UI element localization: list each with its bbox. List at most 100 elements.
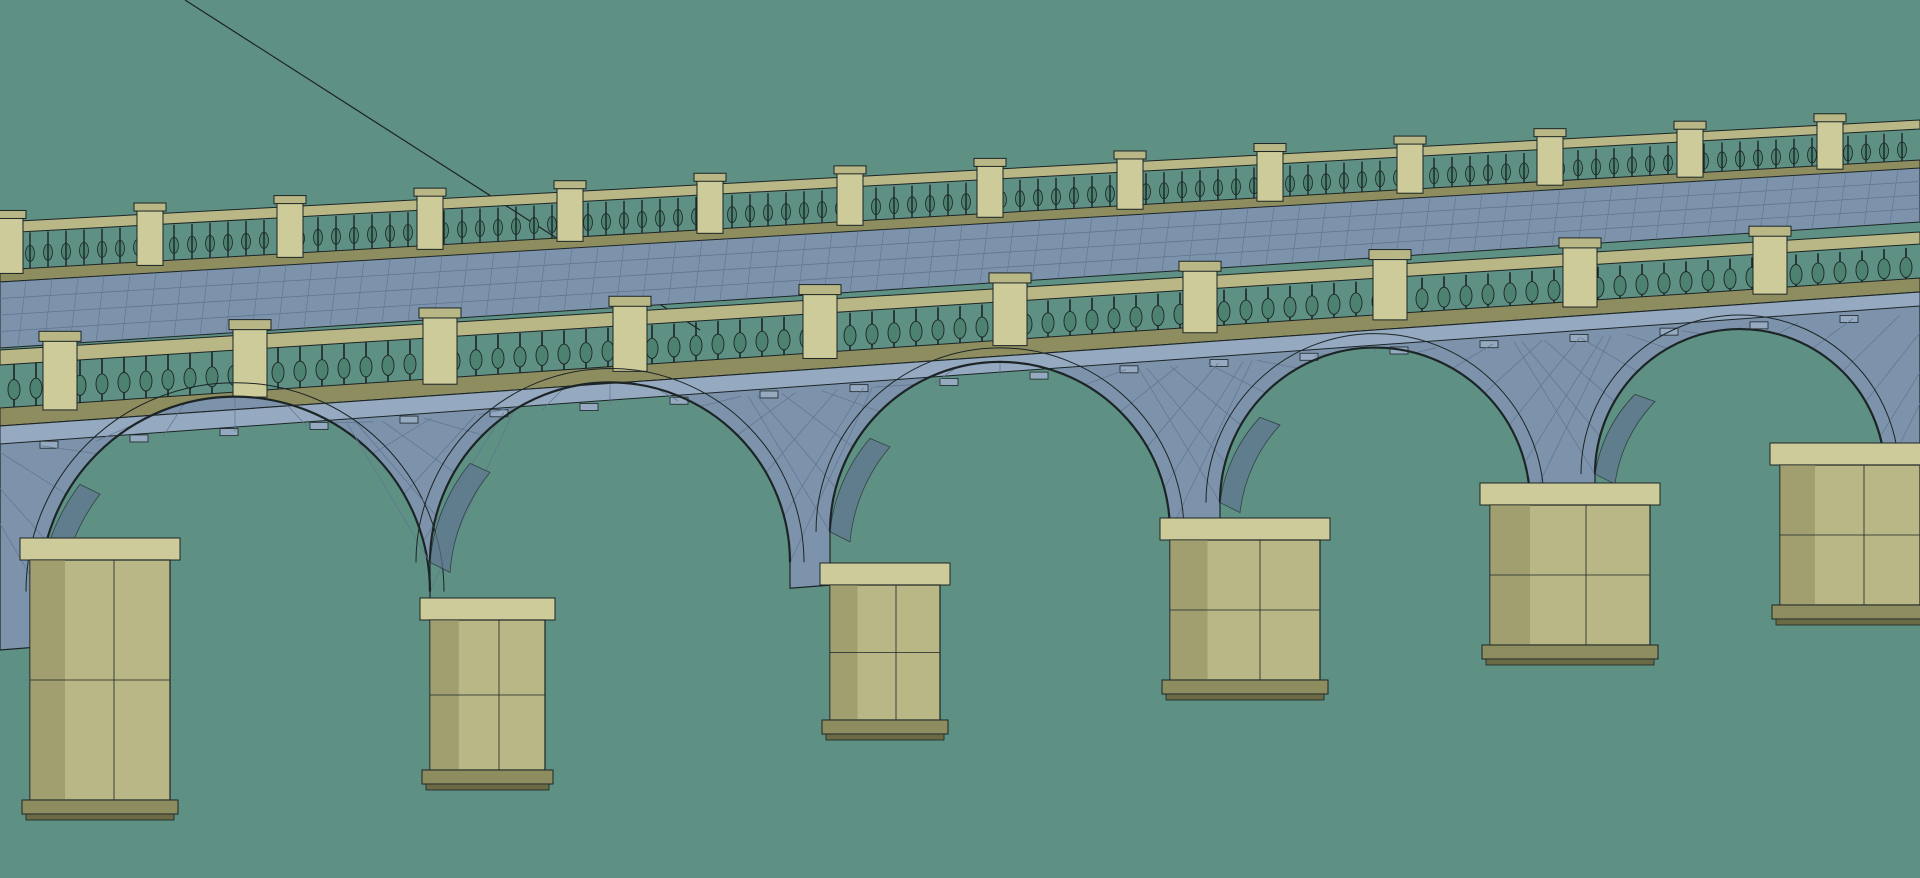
- far-post-cap: [833, 165, 867, 175]
- near-baluster: [183, 367, 197, 389]
- near-baluster: [117, 372, 131, 393]
- pier-footing: [25, 813, 175, 821]
- near-baluster: [645, 337, 659, 359]
- far-post-cap: [693, 172, 727, 182]
- near-baluster: [843, 325, 857, 347]
- corbel: [939, 377, 959, 386]
- far-railing-post: [836, 170, 864, 226]
- near-baluster: [1547, 279, 1561, 301]
- near-post-cap: [38, 330, 82, 342]
- far-railing-post: [416, 192, 444, 250]
- far-railing-post: [696, 177, 724, 234]
- near-baluster: [513, 346, 527, 368]
- pier-footing: [1775, 618, 1920, 626]
- corbel: [1749, 321, 1769, 330]
- far-railing-post: [1536, 133, 1564, 186]
- near-baluster: [1613, 275, 1627, 297]
- far-post-cap: [413, 187, 447, 197]
- near-railing-post: [612, 302, 648, 372]
- near-post-cap: [228, 319, 272, 331]
- near-baluster: [1041, 312, 1055, 334]
- near-baluster: [271, 362, 285, 383]
- corbel: [1209, 359, 1229, 367]
- near-post-cap: [1368, 249, 1412, 261]
- near-railing-post: [802, 291, 838, 359]
- corbel: [1029, 371, 1049, 380]
- pier-footing: [1485, 658, 1655, 666]
- far-post-cap: [1813, 113, 1847, 123]
- near-baluster: [579, 342, 593, 364]
- corbel: [1119, 365, 1139, 374]
- pier-plinth: [1771, 604, 1920, 620]
- near-railing-post: [992, 279, 1028, 347]
- near-baluster: [1305, 295, 1319, 317]
- near-baluster: [777, 329, 791, 351]
- corbel: [849, 384, 869, 393]
- near-railing-post: [1372, 256, 1408, 321]
- far-post-cap: [133, 202, 167, 212]
- near-baluster: [1899, 256, 1913, 278]
- far-railing-post: [1816, 118, 1844, 170]
- background: [0, 0, 1920, 878]
- near-baluster: [1349, 292, 1363, 314]
- near-baluster: [667, 336, 681, 358]
- near-baluster: [1503, 282, 1517, 304]
- near-baluster: [711, 333, 725, 355]
- near-baluster: [161, 369, 175, 391]
- near-baluster: [865, 323, 879, 345]
- corbel: [579, 403, 599, 411]
- near-post-cap: [1178, 260, 1222, 272]
- pier-capital: [419, 597, 556, 621]
- near-baluster: [1481, 283, 1495, 305]
- pier-plinth: [1481, 644, 1659, 660]
- near-baluster: [1151, 305, 1165, 327]
- near-post-cap: [988, 272, 1032, 284]
- near-baluster: [1217, 301, 1231, 322]
- near-railing-post: [1752, 232, 1788, 295]
- pier-footing: [1165, 693, 1325, 701]
- near-baluster: [1701, 269, 1715, 291]
- near-baluster: [1635, 274, 1649, 295]
- pier-plinth: [821, 719, 949, 735]
- near-baluster: [535, 345, 549, 366]
- pier-plinth: [21, 799, 179, 815]
- near-baluster: [1063, 310, 1077, 332]
- near-baluster: [491, 347, 505, 369]
- near-baluster: [359, 356, 373, 378]
- near-baluster: [1833, 261, 1847, 283]
- pier-plinth: [421, 769, 554, 785]
- far-post-cap: [0, 209, 27, 219]
- pier-plinth: [1161, 679, 1329, 695]
- far-post-cap: [273, 195, 307, 205]
- near-baluster: [1129, 306, 1143, 328]
- near-baluster: [975, 316, 989, 338]
- pier-capital: [19, 537, 181, 561]
- near-baluster: [1261, 298, 1275, 320]
- pier-footing: [425, 783, 550, 791]
- far-post-cap: [1393, 135, 1427, 145]
- near-baluster: [689, 335, 703, 356]
- near-baluster: [931, 319, 945, 341]
- far-railing-post: [1116, 155, 1144, 210]
- near-baluster: [887, 322, 901, 344]
- near-baluster: [139, 370, 153, 392]
- near-baluster: [29, 377, 43, 399]
- near-baluster: [557, 343, 571, 365]
- far-post-cap: [1533, 128, 1567, 138]
- pier-footing: [825, 733, 945, 741]
- far-railing-post: [0, 214, 24, 274]
- far-railing-post: [976, 162, 1004, 218]
- far-post-cap: [973, 157, 1007, 167]
- near-baluster: [1789, 264, 1803, 285]
- near-baluster: [601, 340, 615, 362]
- far-railing-post: [556, 185, 584, 242]
- near-railing-post: [232, 326, 268, 398]
- near-baluster: [1437, 286, 1451, 308]
- near-baluster: [1085, 309, 1099, 331]
- far-post-cap: [1673, 120, 1707, 130]
- near-baluster: [1239, 299, 1253, 321]
- near-baluster: [909, 320, 923, 342]
- far-railing-post: [1396, 140, 1424, 194]
- near-post-cap: [608, 295, 652, 307]
- near-baluster: [1679, 271, 1693, 293]
